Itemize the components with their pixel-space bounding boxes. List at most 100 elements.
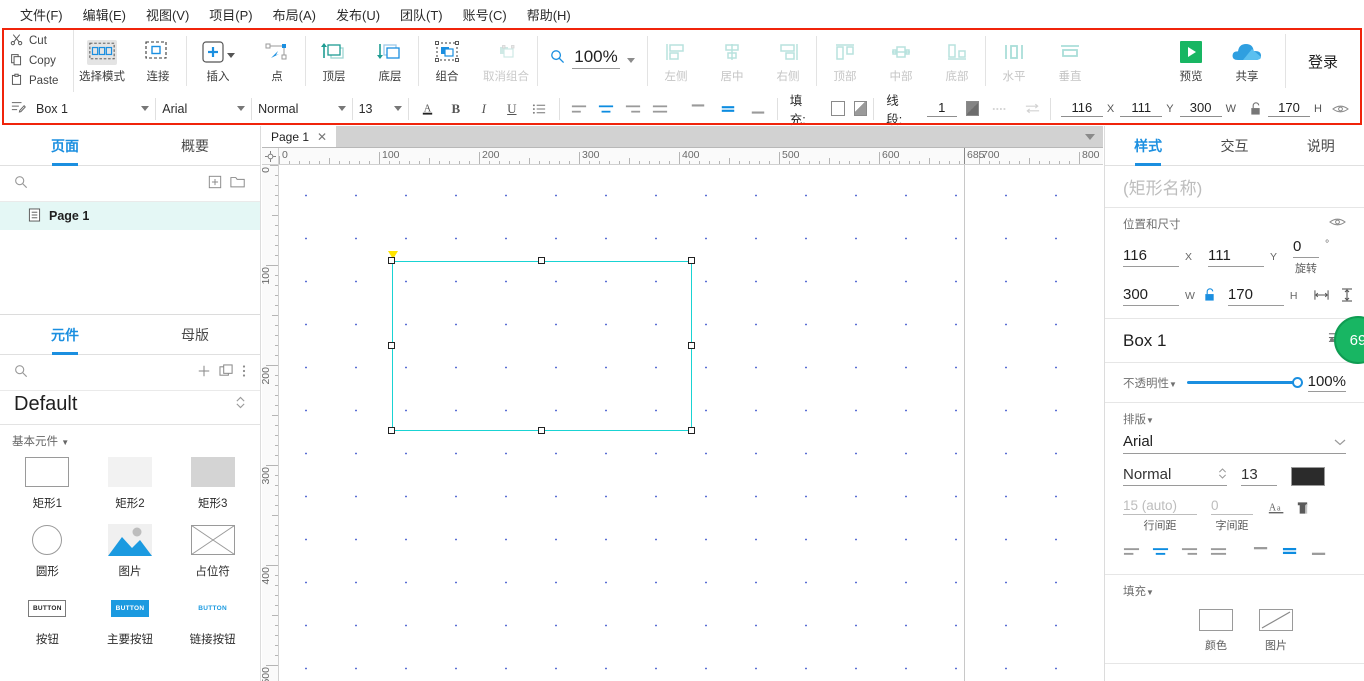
w-input[interactable]: 300 (1179, 100, 1222, 117)
add-library-icon[interactable] (197, 364, 211, 381)
tab-masters[interactable]: 母版 (130, 315, 260, 354)
chevron-updown-icon[interactable] (1218, 467, 1227, 483)
widget-rect2[interactable]: 矩形2 (89, 453, 172, 513)
line-arrow-icon[interactable] (1021, 98, 1044, 120)
bold-icon[interactable]: B (443, 98, 469, 120)
widget-placeholder[interactable]: 占位符 (171, 521, 254, 581)
menu-team[interactable]: 团队(T) (390, 3, 453, 26)
x-input[interactable]: 116 (1060, 100, 1103, 117)
library-selector[interactable]: Default (0, 391, 260, 425)
fit-width-icon[interactable] (1313, 289, 1329, 304)
menu-help[interactable]: 帮助(H) (517, 3, 581, 26)
text-align-right-icon[interactable] (1181, 546, 1198, 560)
text-align-center-icon[interactable] (593, 98, 619, 120)
menu-view[interactable]: 视图(V) (136, 3, 199, 26)
chevron-down-icon[interactable] (227, 52, 235, 58)
fill-header[interactable]: 填充▼ (1123, 583, 1346, 599)
font-weight-value[interactable]: Normal (1123, 466, 1171, 483)
menu-project[interactable]: 项目(P) (199, 3, 262, 26)
line-width-input[interactable]: 1 (926, 100, 957, 117)
ruler-origin-button[interactable] (262, 148, 279, 165)
letter-spacing-input[interactable]: 0 (1211, 498, 1253, 515)
fill-none-swatch[interactable] (830, 101, 845, 116)
opacity-slider-knob[interactable] (1291, 377, 1303, 388)
tab-pages[interactable]: 页面 (0, 126, 130, 165)
menu-edit[interactable]: 编辑(E) (73, 3, 136, 26)
bullet-list-icon[interactable] (527, 98, 553, 120)
bring-to-front-button[interactable]: 顶层 (306, 34, 362, 84)
distribute-horizontal-button[interactable]: 水平 (986, 34, 1042, 84)
ungroup-button[interactable]: 取消组合 (475, 34, 537, 84)
text-align-right-icon[interactable] (620, 98, 646, 120)
menu-layout[interactable]: 布局(A) (263, 3, 326, 26)
align-bottom-button[interactable]: 底部 (929, 34, 985, 84)
tabbar-overflow-icon[interactable] (1085, 134, 1095, 140)
copy-button[interactable]: Copy (10, 51, 73, 71)
valign-bottom-icon[interactable] (1311, 545, 1328, 560)
text-align-justify-icon[interactable] (1210, 546, 1227, 560)
y-input[interactable]: 111 (1120, 100, 1163, 117)
resize-handle-sw[interactable] (388, 427, 395, 434)
text-align-center-icon[interactable] (1152, 546, 1169, 560)
menu-publish[interactable]: 发布(U) (326, 3, 390, 26)
text-align-left-icon[interactable] (1123, 546, 1140, 560)
line-color-swatch[interactable] (965, 101, 980, 116)
resize-handle-s[interactable] (538, 427, 545, 434)
object-name-select[interactable]: Box 1 (4, 94, 155, 123)
h-input[interactable]: 170 (1227, 286, 1284, 306)
h-input[interactable]: 170 (1268, 100, 1310, 117)
tab-interactions[interactable]: 交互 (1191, 126, 1277, 165)
align-left-button[interactable]: 左侧 (648, 34, 704, 84)
x-input[interactable]: 116 (1123, 247, 1179, 267)
chevron-down-icon[interactable] (627, 58, 635, 63)
tab-style[interactable]: 样式 (1105, 126, 1191, 165)
text-shadow-icon[interactable] (1295, 500, 1310, 519)
canvas-surface[interactable] (279, 165, 1103, 681)
chevron-down-icon[interactable] (1334, 433, 1346, 450)
zoom-control[interactable]: 100% (538, 47, 647, 69)
opacity-slider[interactable] (1186, 377, 1303, 388)
widget-circle[interactable]: 圆形 (6, 521, 89, 581)
font-size-value[interactable]: 13 (1241, 466, 1277, 486)
add-page-icon[interactable] (208, 175, 222, 192)
align-right-button[interactable]: 右侧 (760, 34, 816, 84)
fill-image-option[interactable]: 图片 (1259, 609, 1293, 653)
library-more-icon[interactable] (242, 364, 246, 381)
canvas-tab-page-1[interactable]: Page 1 ✕ (262, 126, 337, 147)
login-button[interactable]: 登录 (1284, 34, 1360, 88)
italic-icon[interactable]: I (471, 98, 497, 120)
rotation-input[interactable]: 0 (1293, 238, 1320, 258)
widget-group-header[interactable]: 基本元件 ▼ (0, 425, 260, 453)
text-case-icon[interactable]: A a (1267, 500, 1287, 519)
resize-handle-nw[interactable] (388, 257, 395, 264)
resize-handle-n[interactable] (538, 257, 545, 264)
lock-aspect-icon[interactable] (1203, 287, 1216, 305)
valign-middle-icon[interactable] (715, 98, 741, 120)
chevron-updown-icon[interactable] (235, 393, 246, 416)
font-color-swatch[interactable] (1291, 466, 1325, 486)
line-height-input[interactable]: 15 (auto) (1123, 498, 1197, 515)
resize-handle-ne[interactable] (688, 257, 695, 264)
preview-button[interactable]: 预览 (1163, 34, 1219, 84)
close-icon[interactable]: ✕ (317, 130, 327, 144)
align-middle-button[interactable]: 中部 (873, 34, 929, 84)
vertical-ruler[interactable]: 0 100 200 300 400 500 (262, 165, 279, 681)
tab-notes[interactable]: 说明 (1278, 126, 1364, 165)
chevron-down-icon[interactable] (337, 106, 346, 111)
chevron-down-icon[interactable] (237, 106, 246, 111)
align-top-button[interactable]: 顶部 (817, 34, 873, 84)
resize-handle-w[interactable] (388, 342, 395, 349)
underline-icon[interactable]: U (499, 98, 525, 120)
add-folder-icon[interactable] (230, 175, 246, 192)
menu-file[interactable]: 文件(F) (10, 3, 73, 26)
widget-primary-button[interactable]: BUTTON 主要按钮 (89, 589, 172, 649)
chevron-down-icon[interactable] (393, 106, 402, 111)
text-align-left-icon[interactable] (566, 98, 592, 120)
tab-outline[interactable]: 概要 (130, 126, 260, 165)
zoom-value[interactable]: 100% (572, 47, 620, 69)
insert-button[interactable]: 插入 (187, 34, 249, 84)
valign-bottom-icon[interactable] (745, 98, 771, 120)
resize-handle-e[interactable] (688, 342, 695, 349)
typography-header[interactable]: 排版▼ (1123, 411, 1346, 427)
chevron-down-icon[interactable] (141, 106, 150, 111)
